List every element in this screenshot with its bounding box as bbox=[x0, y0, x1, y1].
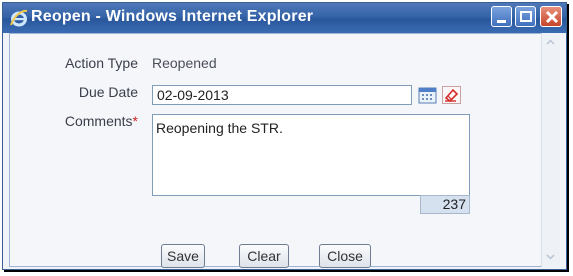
close-window-button[interactable] bbox=[540, 6, 562, 27]
calendar-icon[interactable] bbox=[418, 86, 437, 104]
comments-textarea[interactable]: Reopening the STR. bbox=[152, 114, 470, 196]
save-button[interactable]: Save bbox=[161, 244, 205, 268]
close-button[interactable]: Close bbox=[319, 244, 371, 268]
maximize-button[interactable] bbox=[515, 6, 536, 27]
close-icon bbox=[545, 10, 559, 24]
minimize-icon bbox=[497, 20, 506, 23]
char-counter: 237 bbox=[420, 195, 470, 214]
due-date-label: Due Date bbox=[78, 84, 138, 100]
maximize-icon bbox=[520, 11, 532, 22]
clear-button[interactable]: Clear bbox=[239, 244, 289, 268]
action-type-label: Action Type bbox=[65, 55, 138, 71]
popup-frame: Reopen - Windows Internet Explorer Actio… bbox=[0, 0, 573, 276]
minimize-button[interactable] bbox=[491, 6, 512, 27]
vertical-scrollbar[interactable] bbox=[541, 33, 560, 267]
ie-logo-icon bbox=[9, 8, 29, 28]
page-content: Action Type Reopened Due Date 02-09-2013 bbox=[9, 33, 560, 268]
action-type-value: Reopened bbox=[152, 55, 217, 71]
comments-label: Comments* bbox=[64, 113, 138, 129]
eraser-icon[interactable] bbox=[442, 86, 461, 104]
title-bar[interactable]: Reopen - Windows Internet Explorer bbox=[3, 3, 566, 33]
due-date-input[interactable]: 02-09-2013 bbox=[152, 85, 412, 105]
scroll-down-icon[interactable] bbox=[542, 248, 559, 265]
required-marker: * bbox=[132, 113, 138, 129]
window-title: Reopen - Windows Internet Explorer bbox=[31, 8, 314, 25]
scroll-up-icon[interactable] bbox=[542, 34, 559, 51]
browser-window: Reopen - Windows Internet Explorer Actio… bbox=[2, 2, 567, 270]
